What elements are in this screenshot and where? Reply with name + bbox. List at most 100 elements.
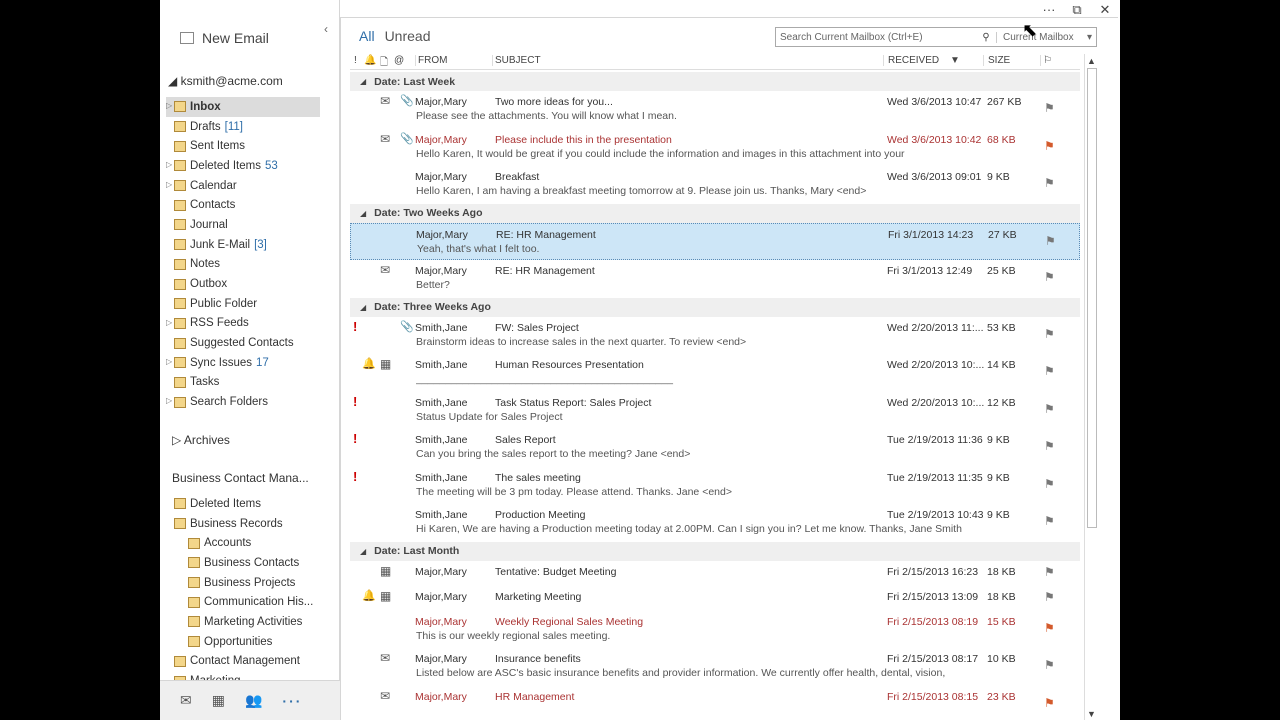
expand-icon[interactable]: ▷: [166, 357, 172, 366]
sidebar-item-search-folders[interactable]: ▷ Search Folders: [166, 392, 320, 412]
flag-icon[interactable]: ⚑: [1044, 696, 1055, 710]
flag-icon[interactable]: ⚑: [1044, 327, 1055, 341]
bcm-item-accounts[interactable]: Accounts: [166, 533, 320, 553]
sidebar-item-tasks[interactable]: Tasks: [166, 373, 320, 393]
sidebar-item-notes[interactable]: Notes: [166, 255, 320, 275]
sidebar-item-rss-feeds[interactable]: ▷ RSS Feeds: [166, 314, 320, 334]
filter-all[interactable]: All: [359, 28, 375, 44]
sidebar-item-sent-items[interactable]: Sent Items: [166, 136, 320, 156]
message-row[interactable]: ! Smith,Jane The sales meeting Tue 2/19/201…: [350, 467, 1080, 504]
flag-icon[interactable]: ⚑: [1045, 234, 1056, 248]
flag-icon[interactable]: ⚑: [1044, 658, 1055, 672]
message-row[interactable]: ✉ Major,Mary HR Management Fri 2/15/2013 08…: [350, 686, 1080, 720]
bcm-item-deleted-items[interactable]: Deleted Items: [166, 494, 320, 514]
search-box[interactable]: Search Current Mailbox (Ctrl+E) ⚲ Curren…: [775, 27, 1097, 47]
group-header[interactable]: ◢ Date: Last Week: [350, 72, 1080, 91]
flag-icon[interactable]: ⚑: [1044, 364, 1055, 378]
bcm-item-business-contacts[interactable]: Business Contacts: [166, 553, 320, 573]
message-row[interactable]: Major,Mary Weekly Regional Sales Meeting F…: [350, 611, 1080, 648]
flag-icon[interactable]: ⚑: [1044, 270, 1055, 284]
archives-header[interactable]: ▷ Archives: [172, 433, 230, 447]
sidebar-item-journal[interactable]: Journal: [166, 215, 320, 235]
message-row[interactable]: ✉ Major,Mary RE: HR Management Fri 3/1/2013…: [350, 260, 1080, 298]
reminder-column-header[interactable]: 🔔: [364, 55, 376, 66]
collapse-triangle-icon[interactable]: ◢: [360, 303, 366, 312]
group-header[interactable]: ◢ Date: Two Weeks Ago: [350, 203, 1080, 223]
message-row[interactable]: ✉ Major,Mary Insurance benefits Fri 2/15/20…: [350, 648, 1080, 686]
group-header[interactable]: ◢ Date: Last Month: [350, 541, 1080, 561]
filter-unread[interactable]: Unread: [385, 28, 431, 44]
flag-icon[interactable]: ⚑: [1044, 477, 1055, 491]
message-row[interactable]: Smith,Jane Production Meeting Tue 2/19/201…: [350, 504, 1080, 542]
expand-icon[interactable]: ▷: [166, 101, 172, 110]
sidebar-item-junk-e-mail[interactable]: Junk E-Mail [3]: [166, 235, 320, 255]
sidebar-item-calendar[interactable]: ▷ Calendar: [166, 176, 320, 196]
flag-column-header[interactable]: ⚐: [1040, 55, 1052, 66]
expand-icon[interactable]: ▷: [166, 396, 172, 405]
flag-icon[interactable]: ⚑: [1044, 621, 1055, 635]
message-row[interactable]: ! Smith,Jane Task Status Report: Sales Pro…: [350, 392, 1080, 429]
people-icon[interactable]: 👥: [245, 692, 262, 709]
sidebar-item-suggested-contacts[interactable]: Suggested Contacts: [166, 333, 320, 353]
sidebar-item-public-folder[interactable]: Public Folder: [166, 294, 320, 314]
restore-icon[interactable]: ⧉: [1070, 2, 1084, 18]
size-column-header[interactable]: SIZE: [983, 55, 1010, 66]
message-row[interactable]: 🔔 ▦ Smith,Jane Human Resources Presentation…: [350, 354, 1080, 392]
sidebar-item-outbox[interactable]: Outbox: [166, 274, 320, 294]
expand-icon[interactable]: ▷: [166, 160, 172, 169]
message-row[interactable]: 🔔 ▦ Major,Mary Marketing Meeting Fri 2/15/20…: [350, 586, 1080, 611]
importance-column-header[interactable]: !: [354, 55, 357, 66]
group-header[interactable]: ◢ Date: Three Weeks Ago: [350, 297, 1080, 317]
calendar-icon[interactable]: ▦: [212, 692, 225, 709]
collapse-triangle-icon[interactable]: ◢: [360, 547, 366, 556]
flag-icon[interactable]: ⚑: [1044, 176, 1055, 190]
flag-icon[interactable]: ⚑: [1044, 514, 1055, 528]
sidebar-item-drafts[interactable]: Drafts [11]: [166, 117, 320, 137]
scroll-up-arrow[interactable]: ▲: [1087, 56, 1096, 66]
new-email-button[interactable]: New Email: [180, 30, 269, 46]
bcm-item-business-records[interactable]: Business Records: [166, 514, 320, 534]
collapse-triangle-icon[interactable]: ◢: [360, 77, 366, 86]
bcm-header[interactable]: Business Contact Mana...: [172, 471, 309, 485]
flag-icon[interactable]: ⚑: [1044, 139, 1055, 153]
search-scope-dropdown[interactable]: Current Mailbox ▾: [996, 31, 1096, 43]
message-row[interactable]: ! 📎 Smith,Jane FW: Sales Project Wed 2/20/20…: [350, 317, 1080, 354]
message-row[interactable]: Major,Mary Breakfast Wed 3/6/2013 09:01 9 K…: [350, 166, 1080, 204]
message-row[interactable]: ! Smith,Jane Sales Report Tue 2/19/2013 11:…: [350, 429, 1080, 467]
expand-icon[interactable]: ▷: [166, 180, 172, 189]
search-icon[interactable]: ⚲: [976, 32, 996, 43]
sidebar-item-deleted-items[interactable]: ▷ Deleted Items 53: [166, 156, 320, 176]
sidebar-item-sync-issues[interactable]: ▷ Sync Issues 17: [166, 353, 320, 373]
collapse-triangle-icon[interactable]: ◢: [360, 209, 366, 218]
message-row[interactable]: ✉ 📎 Major,Mary Two more ideas for you... Wed…: [350, 91, 1080, 129]
bcm-item-business-projects[interactable]: Business Projects: [166, 573, 320, 593]
message-list-scrollbar[interactable]: ▲ ▼: [1084, 54, 1098, 720]
from-column-header[interactable]: FROM: [415, 55, 447, 66]
flag-icon[interactable]: ⚑: [1044, 101, 1055, 115]
flag-icon[interactable]: ⚑: [1044, 590, 1055, 604]
flag-icon[interactable]: ⚑: [1044, 565, 1055, 579]
received-column-header[interactable]: RECEIVED: [883, 55, 939, 66]
subject-column-header[interactable]: SUBJECT: [492, 55, 541, 66]
flag-icon[interactable]: ⚑: [1044, 402, 1055, 416]
message-row[interactable]: Major,Mary RE: HR Management Fri 3/1/2013 …: [350, 222, 1080, 260]
account-header[interactable]: ◢ ksmith@acme.com: [168, 74, 283, 88]
mail-icon[interactable]: ✉: [180, 692, 192, 709]
scroll-thumb[interactable]: [1087, 68, 1097, 528]
sidebar-item-contacts[interactable]: Contacts: [166, 195, 320, 215]
bcm-item-contact-management[interactable]: Contact Management: [166, 652, 320, 672]
attachment-column-header[interactable]: @: [394, 55, 404, 66]
more-options-icon[interactable]: ···: [1042, 2, 1056, 18]
bcm-item-marketing-activities[interactable]: Marketing Activities: [166, 612, 320, 632]
search-input[interactable]: Search Current Mailbox (Ctrl+E): [776, 32, 976, 43]
more-apps-icon[interactable]: ···: [282, 693, 302, 709]
bcm-item-opportunities[interactable]: Opportunities: [166, 632, 320, 652]
collapse-pane-icon[interactable]: ‹: [324, 22, 328, 36]
expand-icon[interactable]: ▷: [166, 318, 172, 327]
icon-column-header[interactable]: 🗋: [380, 55, 388, 72]
bcm-item-communication-his-[interactable]: Communication His...: [166, 592, 320, 612]
message-row[interactable]: ▦ Major,Mary Tentative: Budget Meeting Fri …: [350, 561, 1080, 586]
message-row[interactable]: ✉ 📎 Major,Mary Please include this in the p…: [350, 129, 1080, 166]
sidebar-item-inbox[interactable]: ▷ Inbox: [166, 97, 320, 117]
close-icon[interactable]: ✕: [1098, 2, 1112, 18]
